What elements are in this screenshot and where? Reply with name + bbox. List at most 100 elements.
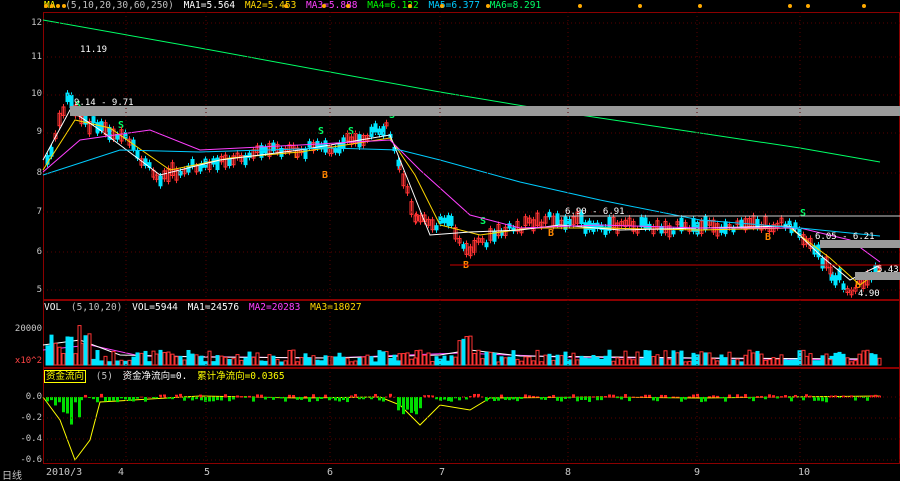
flow-bar [854,397,857,401]
flow-bar [58,397,61,403]
flow-bar [668,397,671,399]
volume-bar [519,360,524,366]
flow-bar [700,397,703,403]
volume-bar [73,353,78,366]
flow-bar [500,394,503,398]
flow-bar [788,397,791,399]
flow-bar [740,396,743,398]
volume-bar [291,349,296,366]
volume-bar [507,356,512,366]
volume-bar [61,353,66,366]
flow-bar [744,394,747,398]
volume-bar [182,359,187,366]
flow-bar [338,397,341,402]
flow-bar [485,397,488,402]
volume-bar [623,350,628,366]
volume-bar [271,355,276,366]
volume-bar [178,355,183,366]
volume-bar [194,354,199,366]
volume-bar [151,350,156,366]
volume-bar [751,352,756,366]
flow-bar [148,396,151,398]
flow-bar [756,396,759,398]
volume-bar [426,352,431,366]
volume-bar [615,357,620,366]
volume-bar [303,353,308,366]
flow-bar [62,397,65,413]
flow-bar [600,397,603,401]
volume-bar [735,358,740,366]
flow-bar [288,394,291,398]
flow-bar [402,397,405,415]
flow-bar [104,397,107,402]
volume-bar [591,354,596,366]
flow-bar [604,395,607,398]
flow-bar [132,397,135,402]
volume-bar [107,361,112,366]
volume-bar [812,360,817,366]
flow-bar [760,395,763,398]
flow-bar [128,397,131,401]
flow-bar [664,394,667,398]
range1-label: 9.14 - 9.71 [74,98,134,108]
volume-bar [166,351,171,366]
flow-bar [66,397,69,414]
volume-bar [496,361,501,366]
volume-bar [763,359,768,366]
flow-bar [450,397,453,402]
volume-bar [727,351,732,366]
volume-bar [663,350,668,366]
flow-bar [524,394,527,398]
volume-bar [323,355,328,366]
volume-bar [865,349,870,366]
flow-bar [752,397,755,402]
flow-bar [516,397,519,402]
event-marker-icon [578,4,582,8]
volume-bar [223,356,228,366]
flow-bar [292,395,295,398]
volume-bar [603,355,608,366]
flow-bar [596,397,599,401]
volume-bar [488,351,493,366]
volume-bar [418,349,423,366]
volume-bar [139,352,144,366]
volume-bar [820,355,825,366]
flow-bar [640,396,643,398]
volume-bar [299,357,304,366]
flow-bar [136,397,139,399]
volume-bar [99,360,104,366]
flow-bar [224,394,227,398]
sell-signal-marker: S [318,126,324,137]
volume-bar [158,349,163,366]
flow-bar [204,397,207,402]
flow-bar [316,397,319,402]
event-marker-icon [50,4,54,8]
flow-bar [493,397,496,402]
volume-bar [255,352,260,366]
volume-bar [707,352,712,366]
volume-bar [783,359,788,366]
volume-bar [392,354,397,366]
volume-bar [627,358,632,366]
volume-bar [841,353,846,366]
volume-bar [341,356,346,366]
volume-bar [422,354,427,366]
volume-bar [531,360,536,366]
sell-signal-marker: S [800,208,806,219]
ma2-line [42,119,881,286]
volume-bar [263,360,268,366]
volume-bar [53,342,58,366]
volume-bar [833,352,838,366]
flow-bar [748,397,751,399]
volume-bar [65,336,70,366]
volume-bar [476,349,481,366]
chart-canvas[interactable]: BBBBBBSSSSSSS 11.19 9.14 - 9.71 6.90 - 6… [0,0,900,481]
volume-bar [711,358,716,366]
flow-bar [520,397,523,399]
flow-bar [208,397,211,402]
flow-bar [228,397,231,402]
flow-bar [92,397,95,400]
volume-bar [801,349,806,366]
volume-bar [808,353,813,366]
volume-bar [679,350,684,366]
